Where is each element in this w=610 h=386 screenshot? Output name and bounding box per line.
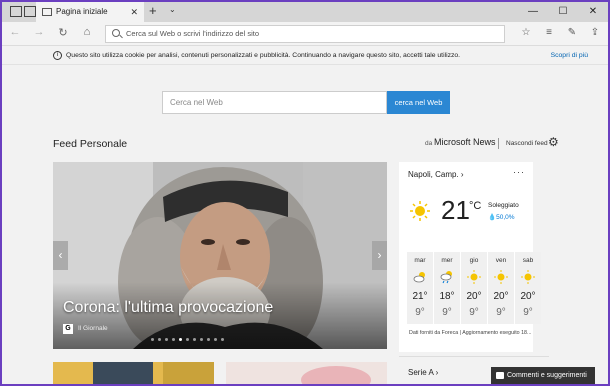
- learn-more-link[interactable]: Scopri di più: [551, 47, 588, 65]
- cookie-text: Questo sito utilizza cookie per analisi,…: [66, 52, 461, 59]
- sun-icon: [521, 270, 535, 284]
- set-aside-tabs-icon[interactable]: [10, 6, 22, 17]
- browser-window: Pagina iniziale ✕ + ⌄ — ☐ ✕ ← → ↻ ⌂ Cerc…: [0, 0, 610, 386]
- weather-footer[interactable]: Dati forniti da Foreca | Aggiornamento e…: [409, 330, 531, 336]
- carousel-dot[interactable]: [172, 338, 175, 341]
- forecast-days: mar 21° 9° mer 18° 9° gio 20° 9° ven 20°: [407, 252, 541, 324]
- carousel-dot[interactable]: [186, 338, 189, 341]
- close-window-icon[interactable]: ✕: [578, 2, 608, 22]
- carousel-dot[interactable]: [214, 338, 217, 341]
- feed-by-label: da: [425, 140, 433, 147]
- carousel-dot[interactable]: [193, 338, 196, 341]
- maximize-icon[interactable]: ☐: [548, 2, 578, 22]
- temperature-unit[interactable]: °C: [469, 200, 481, 212]
- more-options-icon[interactable]: ···: [513, 167, 525, 177]
- carousel-dot[interactable]: [179, 338, 182, 341]
- carousel-dot[interactable]: [151, 338, 154, 341]
- feed-provider[interactable]: Microsoft News: [434, 137, 496, 147]
- feed-title: Feed Personale: [53, 138, 128, 150]
- chevron-right-icon: ›: [435, 368, 439, 377]
- forecast-day[interactable]: mer 18° 9°: [434, 252, 460, 324]
- carousel-dot[interactable]: [158, 338, 161, 341]
- forecast-day[interactable]: gio 20° 9°: [461, 252, 487, 324]
- gear-icon[interactable]: ⚙: [548, 135, 559, 149]
- favorites-star-icon[interactable]: ☆: [519, 27, 533, 38]
- share-icon[interactable]: ⇪: [588, 27, 602, 38]
- tabs-aside-icon[interactable]: [24, 6, 36, 17]
- hub-icon[interactable]: ≡: [542, 27, 556, 38]
- web-search-button[interactable]: cerca nel Web: [387, 91, 450, 114]
- pen-icon[interactable]: ✎: [565, 27, 579, 38]
- news-thumbnail[interactable]: [226, 362, 387, 384]
- sun-icon: [410, 201, 430, 221]
- news-thumbnail-image: [226, 362, 387, 384]
- comment-icon: [496, 372, 504, 379]
- divider: [399, 356, 549, 357]
- sun-icon: [467, 270, 481, 284]
- humidity: 💧50,0%: [488, 214, 515, 221]
- chevron-right-icon: ›: [460, 170, 464, 179]
- partly-cloudy-icon: [413, 272, 425, 283]
- page-icon: [42, 8, 52, 16]
- navigation-bar: ← → ↻ ⌂ Cerca sul Web o scrivi l'indiriz…: [2, 22, 608, 46]
- weather-city[interactable]: Napoli, Camp. ›: [408, 170, 464, 179]
- tab-label: Pagina iniziale: [56, 7, 108, 16]
- close-tab-icon[interactable]: ✕: [130, 2, 138, 22]
- forecast-day[interactable]: mar 21° 9°: [407, 252, 433, 324]
- carousel-dot[interactable]: [165, 338, 168, 341]
- hide-feed-link[interactable]: Nascondi feed: [506, 140, 548, 147]
- cookie-banner: i Questo sito utilizza cookie per analis…: [2, 47, 608, 65]
- title-bar: Pagina iniziale ✕ + ⌄ — ☐ ✕: [2, 2, 608, 22]
- address-placeholder: Cerca sul Web o scrivi l'indirizzo del s…: [126, 29, 260, 38]
- weather-condition: Soleggiato: [488, 202, 519, 209]
- hero-headline[interactable]: Corona: l'ultima provocazione: [63, 299, 273, 317]
- carousel-dot[interactable]: [207, 338, 210, 341]
- new-tab-icon[interactable]: +: [149, 3, 157, 18]
- tab-home[interactable]: Pagina iniziale ✕: [36, 2, 144, 22]
- next-arrow-icon[interactable]: ›: [372, 241, 387, 270]
- hero-photo: [53, 162, 387, 349]
- serie-a-card[interactable]: Serie A ›: [408, 368, 438, 377]
- refresh-icon[interactable]: ↻: [56, 26, 70, 39]
- feedback-button[interactable]: Commenti e suggerimenti: [491, 367, 595, 384]
- search-icon: [112, 29, 120, 37]
- news-thumbnail[interactable]: [53, 362, 214, 384]
- rain-cloud-icon: [440, 271, 452, 284]
- web-search-input[interactable]: Cerca nel Web: [162, 91, 387, 114]
- address-bar[interactable]: Cerca sul Web o scrivi l'indirizzo del s…: [105, 25, 505, 43]
- forecast-day[interactable]: sab 20° 9°: [515, 252, 541, 324]
- home-icon[interactable]: ⌂: [80, 26, 94, 38]
- carousel-dot[interactable]: [221, 338, 224, 341]
- forecast-day[interactable]: ven 20° 9°: [488, 252, 514, 324]
- chevron-down-icon[interactable]: ⌄: [169, 5, 176, 14]
- forward-icon[interactable]: →: [32, 26, 46, 38]
- hero-news-card[interactable]: ‹ › Corona: l'ultima provocazione G Il G…: [53, 162, 387, 349]
- minimize-icon[interactable]: —: [518, 2, 548, 22]
- previous-arrow-icon[interactable]: ‹: [53, 241, 68, 270]
- news-thumbnail-image: [53, 362, 214, 384]
- sun-icon: [494, 270, 508, 284]
- back-icon[interactable]: ←: [8, 26, 22, 38]
- carousel-dot[interactable]: [200, 338, 203, 341]
- info-icon: i: [53, 51, 62, 60]
- source-logo: G: [63, 324, 73, 334]
- weather-card[interactable]: Napoli, Camp. › ··· 21 °C Soleggiato 💧50…: [399, 162, 541, 352]
- hero-source: Il Giornale: [78, 325, 108, 332]
- divider: [498, 138, 499, 149]
- current-temperature: 21: [441, 195, 470, 225]
- drop-icon: 💧: [488, 214, 497, 221]
